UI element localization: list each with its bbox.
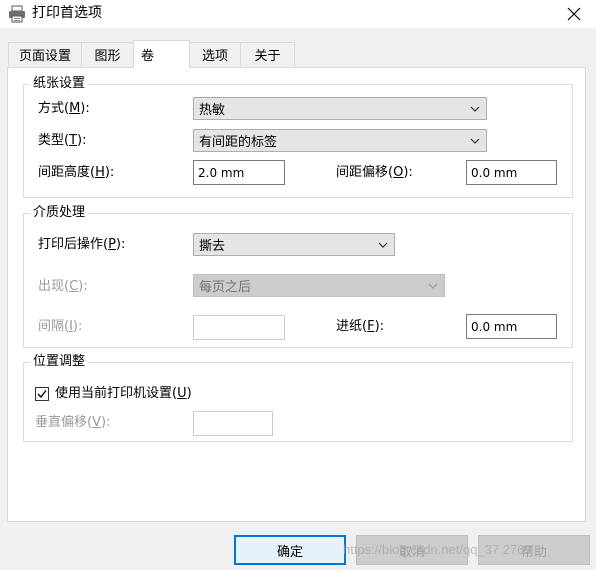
gap-height-input[interactable]: 2.0 mm — [193, 160, 285, 185]
close-icon — [567, 7, 581, 21]
post-action-label: 打印后操作(P): — [38, 237, 126, 252]
tab-roll[interactable]: 卷 — [133, 40, 190, 68]
type-label: 类型(T): — [38, 133, 87, 148]
position-adjust-title: 位置调整 — [30, 354, 89, 370]
gap-offset-label: 间距偏移(O): — [336, 165, 413, 180]
printer-icon — [9, 5, 25, 23]
tab-about[interactable]: 关于 — [240, 42, 295, 66]
feed-input[interactable]: 0.0 mm — [466, 314, 557, 339]
chevron-down-icon — [428, 283, 438, 289]
tab-page-setup[interactable]: 页面设置 — [8, 42, 82, 66]
gap-height-label: 间距高度(H): — [38, 165, 115, 180]
occurrence-select[interactable]: 每页之后 — [193, 274, 445, 297]
tab-graphics[interactable]: 图形 — [81, 42, 134, 66]
interval-label: 间隔(I): — [38, 319, 83, 334]
post-action-select[interactable]: 撕去 — [193, 233, 395, 256]
vertical-offset-label: 垂直偏移(V): — [35, 415, 111, 430]
tab-options[interactable]: 选项 — [189, 42, 241, 66]
method-label: 方式(M): — [38, 101, 90, 116]
chevron-down-icon — [470, 138, 480, 144]
ok-button[interactable]: 确定 — [234, 535, 346, 565]
interval-input[interactable] — [193, 315, 285, 340]
close-button[interactable] — [552, 0, 596, 28]
vertical-offset-input[interactable] — [193, 411, 273, 436]
chevron-down-icon — [470, 106, 480, 112]
use-printer-settings-checkbox[interactable]: 使用当前打印机设置(U) — [35, 386, 192, 402]
window-title: 打印首选项 — [32, 5, 102, 21]
chevron-down-icon — [378, 242, 388, 248]
occurrence-label: 出现(C): — [38, 279, 88, 294]
watermark-text: https://blog.csdn.net/qq_37 2769 — [343, 542, 532, 557]
method-value: 热敏 — [199, 103, 226, 118]
feed-label: 进纸(F): — [336, 319, 385, 334]
occurrence-value: 每页之后 — [199, 280, 252, 295]
use-printer-settings-label: 使用当前打印机设置(U) — [55, 386, 192, 401]
type-select[interactable]: 有间距的标签 — [193, 129, 487, 152]
gap-offset-input[interactable]: 0.0 mm — [466, 160, 557, 185]
media-handling-title: 介质处理 — [30, 205, 89, 221]
type-value: 有间距的标签 — [199, 135, 278, 150]
method-select[interactable]: 热敏 — [193, 97, 487, 120]
post-action-value: 撕去 — [199, 239, 226, 254]
checkbox-checked-icon — [35, 387, 49, 401]
paper-settings-title: 纸张设置 — [30, 76, 89, 92]
